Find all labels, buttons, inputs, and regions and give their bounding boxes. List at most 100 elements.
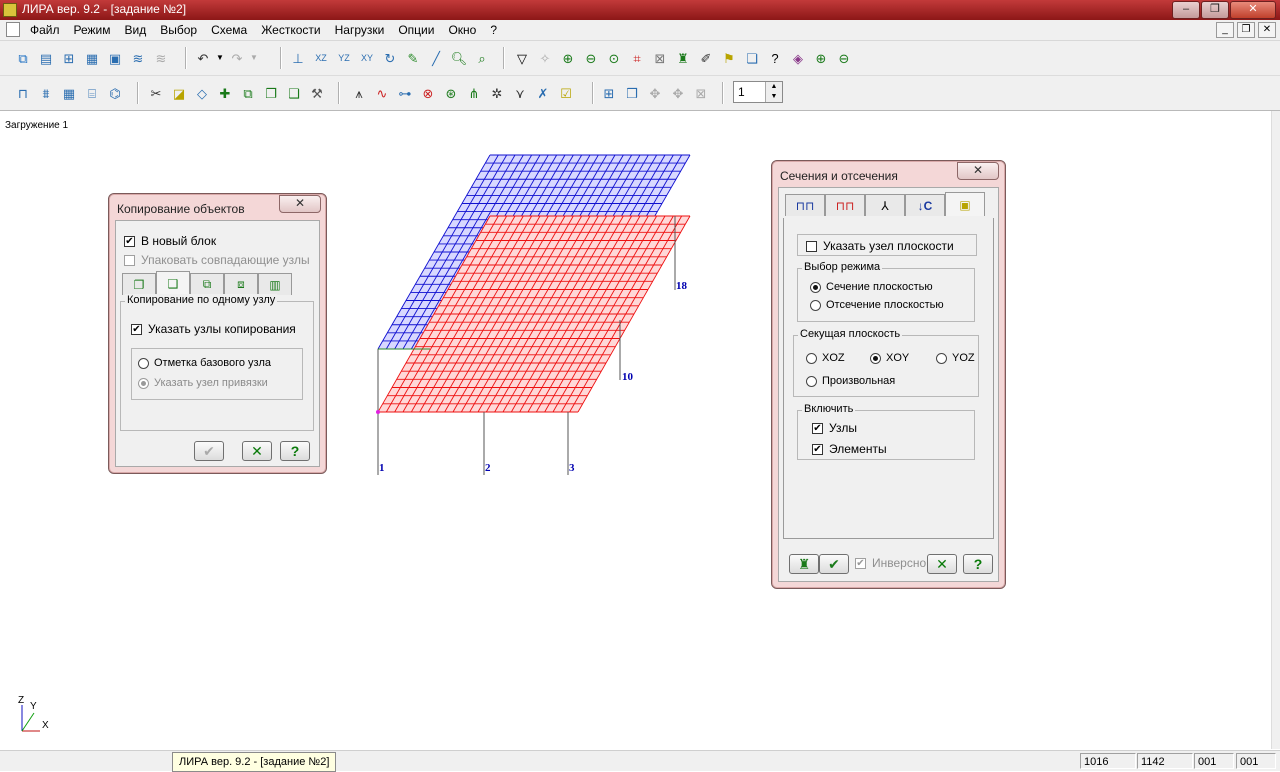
frame-icon[interactable]: ⊓ (12, 82, 34, 104)
grid-icon[interactable]: ▦ (58, 82, 80, 104)
plane-node-checkbox[interactable]: Указать узел плоскости (806, 239, 954, 253)
menu-scheme[interactable]: Схема (211, 23, 247, 37)
load-case-spinner[interactable]: 1 ▲ ▼ (733, 81, 783, 103)
mode-section-radio[interactable]: Сечение плоскостью (810, 281, 933, 293)
zoom-out-icon[interactable]: ⊖ (580, 47, 602, 69)
zoom-window-icon[interactable]: ⊙ (603, 47, 625, 69)
save-icon[interactable]: ▣ (104, 47, 126, 69)
maximize-button[interactable]: ❐ (1201, 1, 1229, 19)
yz-projection-icon[interactable]: YZ (333, 47, 355, 69)
tab-section-rotate[interactable]: ↓C (905, 194, 945, 216)
tab-section-red[interactable]: ⊓⊓ (825, 194, 865, 216)
wave-edit-icon[interactable]: ≋ (127, 47, 149, 69)
menu-view[interactable]: Вид (125, 23, 147, 37)
cross-icon[interactable]: ✗ (532, 82, 554, 104)
tab-section-plane[interactable]: ▣ (945, 192, 985, 216)
menu-options[interactable]: Опции (398, 23, 434, 37)
sections-help-button[interactable]: ? (963, 554, 993, 574)
anchor-node-radio[interactable]: Указать узел привязки (138, 377, 268, 389)
zoom-in-2-icon[interactable]: ⊕ (810, 47, 832, 69)
base-node-radio[interactable]: Отметка базового узла (138, 357, 271, 369)
tab-copy-rotate[interactable]: ⧈ (224, 273, 258, 295)
undo-dropdown-icon[interactable]: ▼ (215, 47, 225, 69)
mdi-minimize-button[interactable]: _ (1216, 22, 1234, 38)
menu-mode[interactable]: Режим (74, 23, 111, 37)
menu-file[interactable]: Файл (30, 23, 60, 37)
rotate-icon[interactable]: ↻ (379, 47, 401, 69)
marker-icon[interactable]: ✐ (695, 47, 717, 69)
copy-icon[interactable]: ⧉ (237, 82, 259, 104)
plane-xoy-radio[interactable]: XOY (870, 352, 909, 364)
flag-icon[interactable]: ⚑ (718, 47, 740, 69)
book-icon[interactable]: ◈ (787, 47, 809, 69)
target-icon[interactable]: ⊗ (417, 82, 439, 104)
sections-dialog-close-button[interactable]: ✕ (957, 162, 999, 180)
rigid-insert-icon[interactable]: ⋔ (463, 82, 485, 104)
include-elements-checkbox[interactable]: ✔ Элементы (812, 442, 887, 456)
plane-yoz-radio[interactable]: YOZ (936, 352, 975, 364)
tools-icon[interactable]: ⚒ (306, 82, 328, 104)
plane-xoz-radio[interactable]: XOZ (806, 352, 845, 364)
xz-projection-icon[interactable]: XZ (310, 47, 332, 69)
pack-icon[interactable]: ✲ (486, 82, 508, 104)
undo-icon[interactable]: ↶ (192, 47, 214, 69)
scheme-edit-icon[interactable]: ⊞ (58, 47, 80, 69)
plane-arbitrary-radio[interactable]: Произвольная (806, 375, 895, 387)
check-icon[interactable]: ☑ (555, 82, 577, 104)
pencil-draw-icon[interactable]: ✎ (402, 47, 424, 69)
shell-icon[interactable]: ⌬ (104, 82, 126, 104)
new-scheme-icon[interactable]: ⧉ (12, 47, 34, 69)
context-help-icon[interactable]: ? (764, 47, 786, 69)
copy-cancel-button[interactable]: ✕ (242, 441, 272, 461)
menu-window[interactable]: Окно (448, 23, 476, 37)
mdi-close-button[interactable]: ✕ (1258, 22, 1276, 38)
pen-icon[interactable]: ╱ (425, 47, 447, 69)
include-nodes-checkbox[interactable]: ✔ Узлы (812, 421, 857, 435)
tab-copy-one-node[interactable]: ❐ (122, 273, 156, 295)
zoom-in-icon[interactable]: ⊕ (557, 47, 579, 69)
fragment-split-icon[interactable]: ⊠ (649, 47, 671, 69)
tab-copy-objects[interactable]: ❑ (156, 271, 190, 295)
tab-copy-symmetric[interactable]: ⧉ (190, 273, 224, 295)
cylinder-icon[interactable]: ⌸ (81, 82, 103, 104)
copy-objects-icon[interactable]: ❐ (260, 82, 282, 104)
add-node-icon[interactable]: ✚ (214, 82, 236, 104)
copy-help-button[interactable]: ? (280, 441, 310, 461)
document-icon[interactable]: ▦ (81, 47, 103, 69)
fix-node-icon[interactable]: ⩚ (348, 82, 370, 104)
assemble-icon[interactable]: ⊞ (598, 82, 620, 104)
mdi-restore-button[interactable]: ❐ (1237, 22, 1255, 38)
zoom-out-2-icon[interactable]: ⊖ (833, 47, 855, 69)
support-icon[interactable]: ♜ (672, 47, 694, 69)
zoom-all-icon[interactable]: ⌕ (471, 47, 493, 69)
tab-section-axes[interactable]: ⅄ (865, 194, 905, 216)
sections-apply-button[interactable]: ✔ (819, 554, 849, 574)
node-edit-icon[interactable]: ◪ (168, 82, 190, 104)
filter-icon[interactable]: ▽ (511, 47, 533, 69)
layers-icon[interactable]: ❏ (741, 47, 763, 69)
new-block-checkbox[interactable]: ✔ В новый блок (124, 234, 216, 248)
sections-cancel-button[interactable]: ✕ (927, 554, 957, 574)
document-icon[interactable] (6, 22, 20, 37)
xy-projection-icon[interactable]: XY (356, 47, 378, 69)
specify-nodes-checkbox[interactable]: ✔ Указать узлы копирования (131, 322, 296, 336)
close-button[interactable]: ✕ (1230, 1, 1276, 19)
hinge-icon[interactable]: ⊛ (440, 82, 462, 104)
fragment-icon[interactable]: ⌗ (626, 47, 648, 69)
mode-cut-radio[interactable]: Отсечение плоскостью (810, 299, 944, 311)
vertical-scrollbar[interactable] (1271, 111, 1280, 749)
sections-node-button[interactable]: ♜ (789, 554, 819, 574)
tab-section-blue[interactable]: ⊓⊓ (785, 194, 825, 216)
menu-stiffness[interactable]: Жесткости (261, 23, 320, 37)
delete-element-icon[interactable]: ✂ (145, 82, 167, 104)
truss-icon[interactable]: ⩩ (35, 82, 57, 104)
axes-projection-icon[interactable]: ⊥ (287, 47, 309, 69)
zoom-icon[interactable]: 🔍︎ (448, 47, 470, 69)
element-edit-icon[interactable]: ◇ (191, 82, 213, 104)
stiffness-icon[interactable]: ⊶ (394, 82, 416, 104)
copy-dialog-close-button[interactable]: ✕ (279, 195, 321, 213)
menu-select[interactable]: Выбор (160, 23, 197, 37)
menu-help[interactable]: ? (490, 23, 497, 37)
minimize-button[interactable]: – (1172, 1, 1200, 19)
move-objects-icon[interactable]: ❑ (283, 82, 305, 104)
